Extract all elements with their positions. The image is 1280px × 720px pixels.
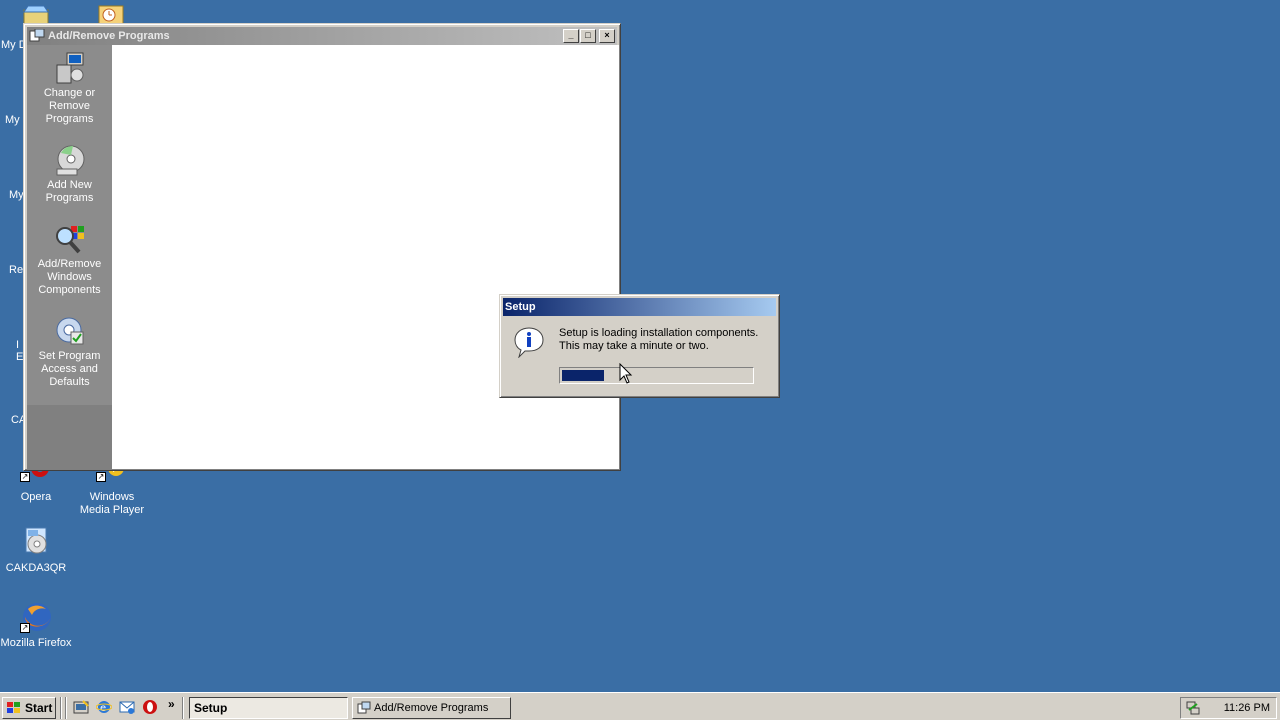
maximize-button[interactable]: □ xyxy=(580,29,596,43)
sidebar-item-add-new[interactable]: Add New Programs xyxy=(27,143,112,205)
program-access-icon xyxy=(53,314,87,348)
outlook-express-icon[interactable] xyxy=(119,699,135,715)
dialog-message: Setup is loading installation components… xyxy=(559,327,774,353)
change-remove-programs-icon xyxy=(53,51,87,85)
progress-fill xyxy=(562,370,604,381)
setup-package-icon xyxy=(20,526,52,558)
add-new-programs-icon xyxy=(53,143,87,177)
sidebar-item-label: Change or Remove Programs xyxy=(43,87,96,125)
opera-icon[interactable] xyxy=(142,699,158,715)
dialog-message-line: This may take a minute or two. xyxy=(559,340,709,352)
firefox-icon: ↗ xyxy=(20,601,52,633)
start-button[interactable]: Start xyxy=(2,697,56,719)
sidebar-item-label: Set Program Access and Defaults xyxy=(38,350,101,388)
window-title: Add/Remove Programs xyxy=(48,30,170,42)
desktop-icon-label: CAKDA3QR xyxy=(5,562,67,574)
dialog-titlebar[interactable]: Setup xyxy=(503,298,776,316)
system-tray: 11:26 PM xyxy=(1180,697,1277,719)
task-label: Setup xyxy=(194,701,228,715)
dialog-message-line: Setup is loading installation components… xyxy=(559,327,759,339)
desktop-icon-cakda3qr[interactable]: CAKDA3QR xyxy=(0,526,74,575)
taskbar-button-setup[interactable]: Setup xyxy=(189,697,348,719)
desktop-icon-firefox[interactable]: ↗ Mozilla Firefox xyxy=(0,601,74,650)
dialog-title: Setup xyxy=(505,301,536,313)
taskbar: Start e » Setup Add/Remove Programs 11:2… xyxy=(0,692,1280,720)
windows-logo-icon xyxy=(6,701,22,715)
add-remove-programs-window: Add/Remove Programs _ □ × Change or Remo… xyxy=(23,23,621,471)
mouse-cursor-icon xyxy=(619,362,633,385)
sidebar-item-label: Add/Remove Windows Components xyxy=(37,258,102,296)
add-remove-programs-icon xyxy=(29,28,45,43)
internet-explorer-icon[interactable]: e xyxy=(95,699,113,715)
desktop-label-fragment: Re xyxy=(9,264,24,276)
taskbar-separator xyxy=(60,697,62,719)
taskbar-separator xyxy=(182,697,184,719)
arp-content-pane xyxy=(112,45,619,469)
sidebar-item-change-remove[interactable]: Change or Remove Programs xyxy=(27,51,112,126)
desktop-label-fragment: My xyxy=(9,189,24,201)
setup-dialog: Setup Setup is loading installation comp… xyxy=(499,294,780,398)
desktop-icon-label: Mozilla Firefox xyxy=(0,637,72,649)
close-button[interactable]: × xyxy=(599,29,615,43)
setup-progress-bar xyxy=(559,367,754,384)
sidebar-item-windows-components[interactable]: Add/Remove Windows Components xyxy=(27,222,112,297)
clock[interactable]: 11:26 PM xyxy=(1224,702,1270,714)
task-label: Add/Remove Programs xyxy=(374,702,489,714)
taskbar-button-add-remove-programs[interactable]: Add/Remove Programs xyxy=(352,697,511,719)
quick-launch-more-button[interactable]: » xyxy=(168,697,175,711)
add-remove-programs-icon xyxy=(357,701,371,715)
network-icon[interactable] xyxy=(1185,700,1201,716)
arp-sidebar: Change or Remove Programs Add New Progra… xyxy=(27,45,112,469)
windows-components-icon xyxy=(53,222,87,256)
start-label: Start xyxy=(25,701,53,715)
desktop-icon-label: Opera xyxy=(20,491,52,503)
minimize-button[interactable]: _ xyxy=(563,29,579,43)
info-icon xyxy=(513,326,545,359)
taskbar-separator xyxy=(65,697,67,719)
show-desktop-icon[interactable] xyxy=(73,699,89,715)
sidebar-item-label: Add New Programs xyxy=(45,179,94,204)
desktop-label-fragment: My xyxy=(5,114,20,126)
desktop-icon-label: Windows Media Player xyxy=(79,491,145,516)
window-titlebar[interactable]: Add/Remove Programs _ □ × xyxy=(27,27,617,45)
sidebar-item-program-access[interactable]: Set Program Access and Defaults xyxy=(27,314,112,389)
